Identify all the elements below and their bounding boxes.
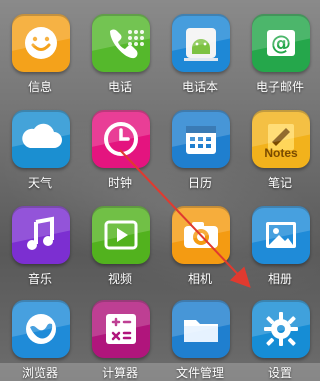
play-icon: [104, 220, 138, 250]
app-music[interactable]: 音乐: [0, 196, 80, 286]
app-email[interactable]: @ 电子邮件: [240, 4, 320, 94]
notes-tile: Notes: [252, 110, 310, 168]
smile-icon: [25, 27, 57, 59]
calculator-icon: [106, 314, 136, 344]
cloud-icon: [22, 123, 62, 148]
gear-icon: [264, 312, 298, 346]
app-browser[interactable]: 浏览器: [0, 290, 80, 380]
folder-icon: [184, 320, 218, 342]
app-label: 电话本: [181, 80, 218, 94]
svg-text:@: @: [271, 31, 291, 55]
calendar-tile: [172, 110, 230, 168]
app-settings[interactable]: 设置: [240, 290, 320, 380]
email-tile: @: [252, 14, 310, 72]
phone-tile: [92, 14, 150, 72]
calculator-tile: [92, 300, 150, 358]
app-calculator[interactable]: 计算器: [80, 290, 160, 380]
phone-icon: [110, 29, 144, 59]
clock-icon: [104, 122, 138, 156]
app-label: 计算器: [101, 366, 138, 380]
app-notes[interactable]: Notes 笔记: [240, 100, 320, 190]
at-mail-icon: @: [267, 30, 295, 56]
app-contacts[interactable]: 电话本: [160, 4, 240, 94]
app-label: 相册: [267, 272, 292, 286]
android-contacts-icon: [184, 28, 218, 61]
app-calendar[interactable]: 日历: [160, 100, 240, 190]
app-label: 音乐: [27, 272, 52, 286]
app-label: 天气: [27, 176, 52, 190]
app-label: 时钟: [107, 176, 132, 190]
app-label: 电子邮件: [255, 80, 304, 94]
picture-icon: [266, 222, 296, 248]
music-tile: [12, 206, 70, 264]
app-label: 笔记: [267, 176, 292, 190]
app-label: 相机: [187, 272, 212, 286]
app-label: 日历: [187, 176, 212, 190]
gallery-tile: [252, 206, 310, 264]
app-messages[interactable]: 信息: [0, 4, 80, 94]
app-phone[interactable]: 电话: [80, 4, 160, 94]
app-grid: 信息 电话 电话本 @ 电子邮件 天气 时钟 日历 Notes 笔记 音乐 视频…: [0, 0, 320, 380]
app-label: 电话: [107, 80, 132, 94]
globe-icon: [26, 314, 56, 344]
clock-tile: [92, 110, 150, 168]
music-note-icon: [27, 216, 54, 250]
messages-tile: [12, 14, 70, 72]
app-label: 设置: [267, 366, 292, 380]
browser-tile: [12, 300, 70, 358]
settings-tile: [252, 300, 310, 358]
camera-tile: [172, 206, 230, 264]
calendar-icon: [186, 126, 216, 154]
app-camera[interactable]: 相机: [160, 196, 240, 286]
files-tile: [172, 300, 230, 358]
app-files[interactable]: 文件管理: [160, 290, 240, 380]
notes-badge: Notes: [264, 146, 298, 160]
app-label: 文件管理: [175, 366, 224, 380]
contacts-tile: [172, 14, 230, 72]
app-weather[interactable]: 天气: [0, 100, 80, 190]
video-tile: [92, 206, 150, 264]
app-video[interactable]: 视频: [80, 196, 160, 286]
app-clock[interactable]: 时钟: [80, 100, 160, 190]
camera-icon: [184, 222, 218, 248]
app-gallery[interactable]: 相册: [240, 196, 320, 286]
weather-tile: [12, 110, 70, 168]
app-label: 视频: [107, 272, 132, 286]
app-label: 信息: [27, 80, 52, 94]
app-label: 浏览器: [21, 366, 58, 380]
